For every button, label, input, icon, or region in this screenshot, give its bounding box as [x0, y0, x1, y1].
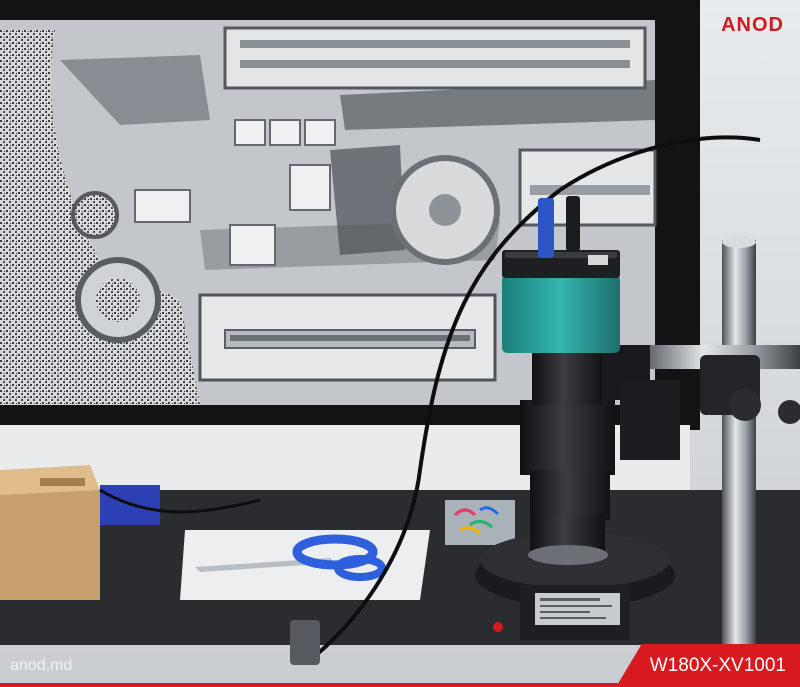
site-url: anod.md — [10, 657, 73, 674]
model-number: W180X-XV1001 — [649, 655, 786, 676]
brand-logo: ANOD — [721, 14, 784, 36]
cardboard-box — [0, 465, 100, 600]
photo-scene — [0, 0, 800, 687]
product-photo: ANOD anod.md W180X-XV1001 — [0, 0, 800, 687]
footer-bar: anod.md W180X-XV1001 — [0, 644, 800, 687]
